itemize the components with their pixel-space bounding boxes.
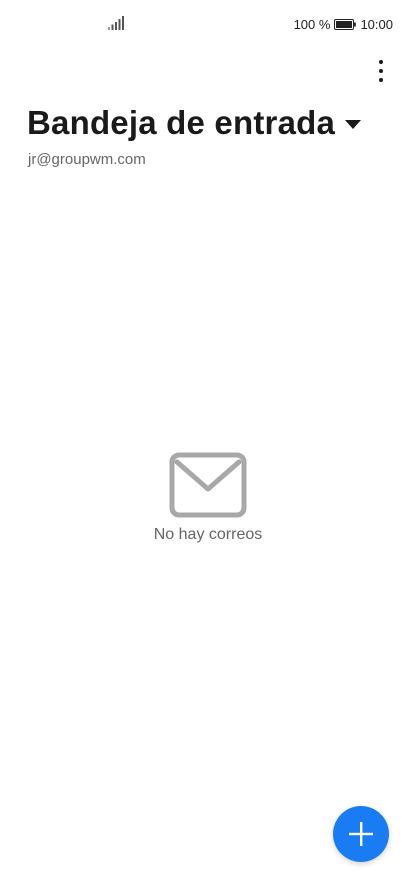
- account-email: jr@groupwm.com: [28, 151, 146, 168]
- signal-icon: [108, 16, 124, 30]
- empty-state: No hay correos: [0, 452, 416, 544]
- mail-icon: [169, 452, 247, 518]
- compose-button[interactable]: [333, 806, 389, 862]
- page-title: Bandeja de entrada: [27, 104, 336, 141]
- empty-message: No hay correos: [153, 526, 263, 543]
- battery-icon: [334, 18, 357, 30]
- caret-down-icon: [345, 119, 362, 129]
- more-options-button[interactable]: [368, 58, 394, 84]
- plus-icon: [349, 822, 373, 846]
- folder-selector[interactable]: Bandeja de entrada: [27, 104, 362, 142]
- clock: 10:00: [360, 16, 393, 32]
- battery-percent: 100 %: [293, 16, 331, 32]
- status-bar: 100 % 10:00: [0, 0, 416, 48]
- status-right: 100 % 10:00: [294, 16, 393, 32]
- more-vertical-icon: [379, 60, 383, 64]
